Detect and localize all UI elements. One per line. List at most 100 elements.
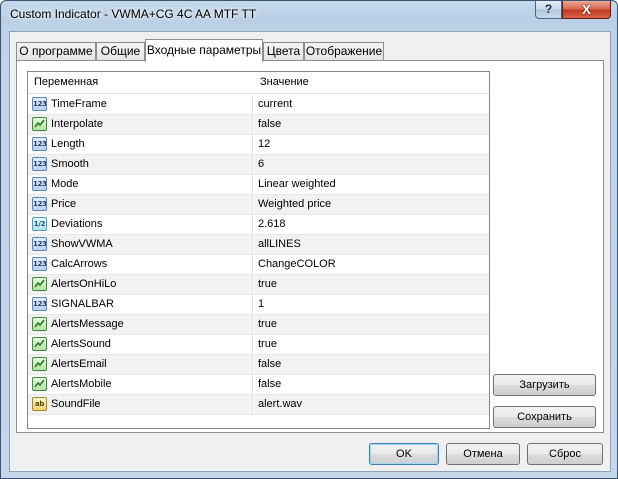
parameter-name: Deviations bbox=[51, 218, 103, 230]
load-button[interactable]: Загрузить bbox=[493, 374, 596, 396]
parameter-name: TimeFrame bbox=[51, 98, 107, 110]
table-row[interactable]: ab SoundFile alert.wav bbox=[28, 395, 489, 415]
int-type-icon: 123 bbox=[32, 237, 47, 251]
parameter-value[interactable]: false bbox=[258, 378, 281, 390]
parameter-value[interactable]: alert.wav bbox=[258, 398, 302, 410]
parameter-value[interactable]: 1 bbox=[258, 298, 264, 310]
parameter-value-cell[interactable]: true bbox=[254, 335, 489, 354]
table-row[interactable]: 123 Mode Linear weighted bbox=[28, 175, 489, 195]
parameter-name-cell: 123 TimeFrame bbox=[28, 95, 253, 114]
inputs-panel: Переменная Значение 123 TimeFrame current I… bbox=[16, 60, 604, 433]
parameter-value[interactable]: true bbox=[258, 318, 277, 330]
parameter-value-cell[interactable]: false bbox=[254, 375, 489, 394]
parameter-name: AlertsSound bbox=[51, 338, 111, 350]
column-header-variable[interactable]: Переменная bbox=[34, 76, 98, 88]
parameter-value[interactable]: 6 bbox=[258, 158, 264, 170]
parameter-value[interactable]: 2.618 bbox=[258, 218, 286, 230]
parameter-name: Smooth bbox=[51, 158, 89, 170]
parameter-value-cell[interactable]: 1 bbox=[254, 295, 489, 314]
tab-about[interactable]: О программе bbox=[16, 42, 96, 61]
close-button[interactable]: X bbox=[562, 1, 611, 19]
parameter-name-cell: AlertsMessage bbox=[28, 315, 253, 334]
table-header: Переменная Значение bbox=[28, 72, 489, 94]
parameter-name: SoundFile bbox=[51, 398, 101, 410]
parameter-name: Interpolate bbox=[51, 118, 103, 130]
table-row[interactable]: 123 Smooth 6 bbox=[28, 155, 489, 175]
parameter-name-cell: 123 Length bbox=[28, 135, 253, 154]
int-type-icon: 123 bbox=[32, 297, 47, 311]
parameter-value-cell[interactable]: false bbox=[254, 115, 489, 134]
parameter-name: Mode bbox=[51, 178, 79, 190]
parameter-name-cell: 123 ShowVWMA bbox=[28, 235, 253, 254]
parameter-name-cell: 1/2 Deviations bbox=[28, 215, 253, 234]
table-row[interactable]: 1/2 Deviations 2.618 bbox=[28, 215, 489, 235]
parameter-name: Length bbox=[51, 138, 85, 150]
parameter-value-cell[interactable]: 12 bbox=[254, 135, 489, 154]
table-row[interactable]: 123 Price Weighted price bbox=[28, 195, 489, 215]
parameter-value-cell[interactable]: alert.wav bbox=[254, 395, 489, 414]
cancel-button[interactable]: Отмена bbox=[446, 443, 520, 465]
parameter-value[interactable]: ChangeCOLOR bbox=[258, 258, 336, 270]
table-row[interactable]: Interpolate false bbox=[28, 115, 489, 135]
double-type-icon: 1/2 bbox=[32, 217, 47, 231]
parameter-value-cell[interactable]: 6 bbox=[254, 155, 489, 174]
ok-button[interactable]: OK bbox=[369, 443, 439, 465]
parameter-value-cell[interactable]: 2.618 bbox=[254, 215, 489, 234]
table-row[interactable]: 123 CalcArrows ChangeCOLOR bbox=[28, 255, 489, 275]
parameter-value-cell[interactable]: Weighted price bbox=[254, 195, 489, 214]
parameter-name-cell: 123 Mode bbox=[28, 175, 253, 194]
table-row[interactable]: 123 TimeFrame current bbox=[28, 95, 489, 115]
reset-button[interactable]: Сброс bbox=[527, 443, 603, 465]
parameter-value[interactable]: current bbox=[258, 98, 292, 110]
table-row[interactable]: 123 Length 12 bbox=[28, 135, 489, 155]
table-row[interactable]: AlertsSound true bbox=[28, 335, 489, 355]
title-bar[interactable]: Custom Indicator - VWMA+CG 4C AA MTF TT … bbox=[1, 1, 617, 29]
parameter-value-cell[interactable]: true bbox=[254, 315, 489, 334]
parameter-value[interactable]: allLINES bbox=[258, 238, 301, 250]
save-button[interactable]: Сохранить bbox=[493, 406, 596, 428]
parameter-value-cell[interactable]: current bbox=[254, 95, 489, 114]
bool-type-icon bbox=[32, 357, 47, 371]
parameter-name: AlertsMobile bbox=[51, 378, 112, 390]
int-type-icon: 123 bbox=[32, 177, 47, 191]
parameter-name: CalcArrows bbox=[51, 258, 108, 270]
parameter-value-cell[interactable]: Linear weighted bbox=[254, 175, 489, 194]
parameter-name-cell: AlertsSound bbox=[28, 335, 253, 354]
parameter-value-cell[interactable]: true bbox=[254, 275, 489, 294]
parameter-value[interactable]: Weighted price bbox=[258, 198, 331, 210]
parameter-name-cell: AlertsMobile bbox=[28, 375, 253, 394]
parameter-name-cell: 123 Price bbox=[28, 195, 253, 214]
table-row[interactable]: 123 SIGNALBAR 1 bbox=[28, 295, 489, 315]
parameter-name-cell: 123 CalcArrows bbox=[28, 255, 253, 274]
bool-type-icon bbox=[32, 277, 47, 291]
table-row[interactable]: 123 ShowVWMA allLINES bbox=[28, 235, 489, 255]
parameter-value[interactable]: false bbox=[258, 358, 281, 370]
parameter-name-cell: 123 SIGNALBAR bbox=[28, 295, 253, 314]
parameter-value-cell[interactable]: allLINES bbox=[254, 235, 489, 254]
parameter-value[interactable]: 12 bbox=[258, 138, 270, 150]
parameter-rows: 123 TimeFrame current Interpolate false 123 Le… bbox=[28, 95, 489, 415]
window-title: Custom Indicator - VWMA+CG 4C AA MTF TT bbox=[10, 7, 257, 21]
tab-inputs[interactable]: Входные параметры bbox=[145, 39, 263, 62]
tab-visualization[interactable]: Отображение bbox=[304, 42, 384, 61]
table-row[interactable]: AlertsEmail false bbox=[28, 355, 489, 375]
int-type-icon: 123 bbox=[32, 97, 47, 111]
parameter-value[interactable]: Linear weighted bbox=[258, 178, 336, 190]
int-type-icon: 123 bbox=[32, 197, 47, 211]
parameter-value-cell[interactable]: false bbox=[254, 355, 489, 374]
parameter-value[interactable]: false bbox=[258, 118, 281, 130]
table-row[interactable]: AlertsMobile false bbox=[28, 375, 489, 395]
indicator-dialog: Custom Indicator - VWMA+CG 4C AA MTF TT … bbox=[0, 0, 618, 479]
tab-colors[interactable]: Цвета bbox=[263, 42, 304, 61]
parameter-value[interactable]: true bbox=[258, 338, 277, 350]
tab-common[interactable]: Общие bbox=[96, 42, 145, 61]
parameter-value[interactable]: true bbox=[258, 278, 277, 290]
help-button[interactable]: ? bbox=[535, 1, 562, 19]
parameter-name: SIGNALBAR bbox=[51, 298, 114, 310]
parameter-name-cell: AlertsEmail bbox=[28, 355, 253, 374]
column-header-value[interactable]: Значение bbox=[260, 76, 309, 88]
dialog-body: О программе Общие Входные параметры Цвет… bbox=[9, 31, 611, 472]
table-row[interactable]: AlertsMessage true bbox=[28, 315, 489, 335]
table-row[interactable]: AlertsOnHiLo true bbox=[28, 275, 489, 295]
parameter-value-cell[interactable]: ChangeCOLOR bbox=[254, 255, 489, 274]
